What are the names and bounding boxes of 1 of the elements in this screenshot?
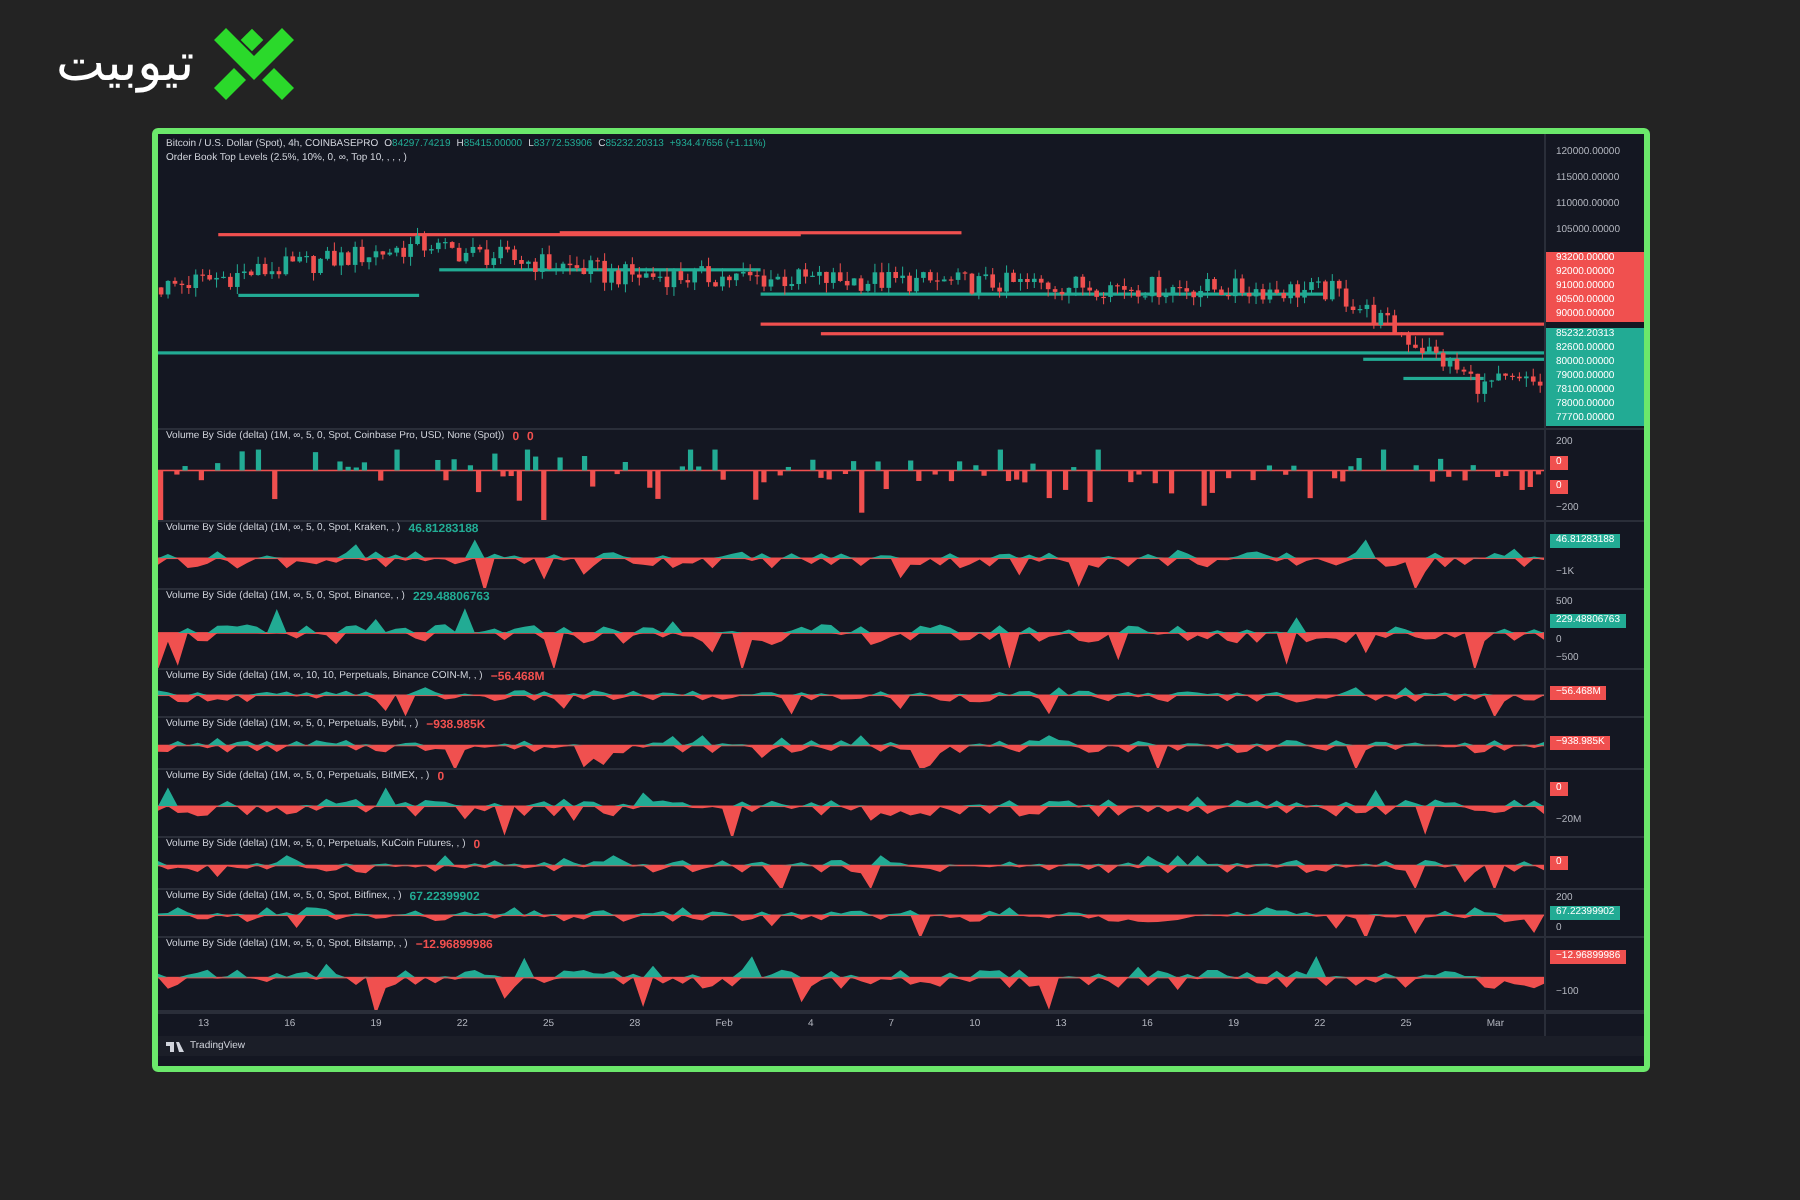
brand-wordmark: تیوبیت	[56, 38, 195, 90]
